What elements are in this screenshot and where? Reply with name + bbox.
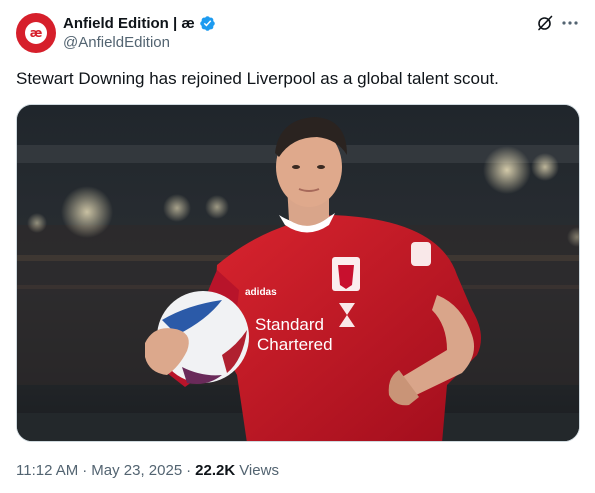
tweet-date[interactable]: May 23, 2025 (91, 462, 182, 479)
kit-brand-text: adidas (245, 287, 277, 298)
tweet: æ Anfield Edition | æ @AnfieldEdition St… (0, 0, 595, 493)
sponsor-line2: Chartered (257, 335, 333, 354)
tweet-text: Stewart Downing has rejoined Liverpool a… (16, 69, 499, 88)
avatar[interactable]: æ (16, 13, 56, 53)
sponsor-line1: Standard (255, 315, 324, 334)
meta-separator: · (186, 461, 192, 479)
author-handle[interactable]: @AnfieldEdition (63, 34, 170, 51)
views-count[interactable]: 22.2K (195, 462, 235, 479)
meta-separator: · (82, 461, 88, 479)
tweet-photo[interactable]: adidas Standard Chartered (16, 104, 580, 442)
verified-badge-icon[interactable] (199, 15, 216, 32)
avatar-logo: æ (25, 22, 47, 44)
tweet-time[interactable]: 11:12 AM (16, 462, 78, 479)
grok-icon[interactable] (536, 14, 554, 32)
more-icon[interactable] (560, 14, 580, 32)
views-label: Views (239, 461, 279, 479)
tweet-meta: 11:12 AM · May 23, 2025 · 22.2K Views (16, 460, 279, 480)
display-name[interactable]: Anfield Edition | æ (63, 15, 195, 32)
author-name-row: Anfield Edition | æ (63, 13, 216, 33)
